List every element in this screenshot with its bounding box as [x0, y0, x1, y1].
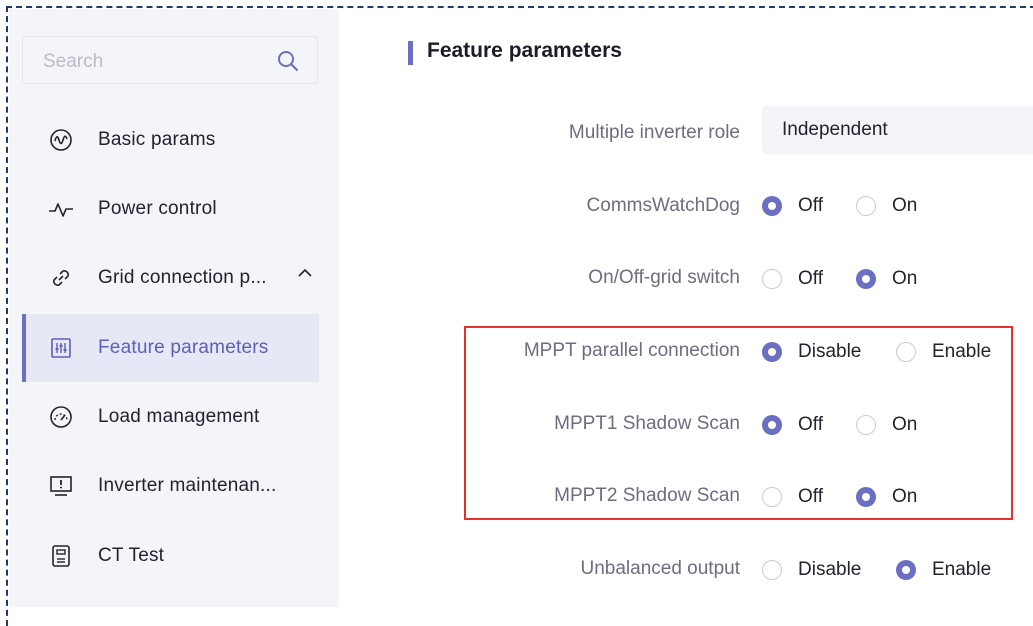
mppt2-shadow-scan-off-radio[interactable]: Off: [762, 486, 823, 508]
mppt2-shadow-scan-label: MPPT2 Shadow Scan: [554, 485, 740, 506]
radio-circle[interactable]: [856, 487, 876, 507]
mppt1-shadow-scan-off-radio[interactable]: Off: [762, 414, 823, 436]
mppt1-shadow-scan-on-radio[interactable]: On: [856, 414, 917, 436]
unbalanced-output-disable-radio[interactable]: Disable: [762, 559, 861, 581]
mppt2-shadow-scan-on-radio[interactable]: On: [856, 486, 917, 508]
sidebar-item-label: Basic params: [98, 129, 216, 150]
radio-label: On: [892, 195, 918, 216]
radio-circle[interactable]: [896, 342, 916, 362]
sidebar-item-load-management[interactable]: Load management: [22, 383, 319, 451]
radio-circle[interactable]: [762, 560, 782, 580]
main-panel: Feature parameters Multiple inverter rol…: [339, 9, 1033, 607]
search-box[interactable]: [22, 36, 318, 84]
radio-circle[interactable]: [856, 196, 876, 216]
multiple-inverter-role-select[interactable]: Independent: [762, 106, 1033, 154]
unbalanced-output-enable-radio[interactable]: Enable: [896, 559, 991, 581]
mppt-parallel-connection-label: MPPT parallel connection: [523, 340, 740, 361]
sidebar-item-label: Load management: [98, 406, 260, 427]
multiple-inverter-role-label: Multiple inverter role: [568, 122, 740, 143]
radio-circle[interactable]: [762, 415, 782, 435]
radio-label: Off: [798, 414, 823, 435]
on-off-grid-off-radio[interactable]: Off: [762, 268, 823, 290]
select-value: Independent: [782, 119, 888, 140]
sidebar-item-label: Power control: [98, 198, 217, 219]
sidebar-item-grid-connection[interactable]: Grid connection p...: [22, 244, 319, 312]
sidebar-item-label: Grid connection p...: [98, 267, 267, 288]
mppt-parallel-disable-radio[interactable]: Disable: [762, 341, 861, 363]
ct-device-icon: [48, 543, 74, 569]
radio-label: On: [892, 414, 918, 435]
sidebar: Basic params Power control Grid connecti…: [9, 9, 339, 607]
sidebar-item-label: Feature parameters: [98, 337, 269, 358]
radio-circle[interactable]: [896, 560, 916, 580]
gauge-icon: [48, 404, 74, 430]
comms-watchdog-label: CommsWatchDog: [586, 195, 740, 216]
on-off-grid-switch-label: On/Off-grid switch: [588, 267, 740, 288]
unbalanced-output-label: Unbalanced output: [580, 558, 740, 579]
on-off-grid-on-radio[interactable]: On: [856, 268, 917, 290]
sidebar-item-label: CT Test: [98, 545, 165, 566]
radio-label: Off: [798, 486, 823, 507]
chevron-up-icon[interactable]: [298, 268, 312, 278]
sidebar-item-ct-test[interactable]: CT Test: [22, 522, 319, 590]
radio-circle[interactable]: [762, 196, 782, 216]
radio-label: Enable: [932, 559, 992, 580]
search-input[interactable]: [41, 49, 265, 75]
waveform-circle-icon: [48, 127, 74, 153]
title-accent-bar: [408, 41, 413, 65]
radio-label: Enable: [932, 341, 992, 362]
radio-circle[interactable]: [762, 487, 782, 507]
radio-label: Disable: [798, 341, 862, 362]
page-title: Feature parameters: [427, 39, 622, 62]
mppt-parallel-enable-radio[interactable]: Enable: [896, 341, 991, 363]
radio-circle[interactable]: [856, 269, 876, 289]
radio-label: Disable: [798, 559, 862, 580]
radio-circle[interactable]: [856, 415, 876, 435]
sidebar-item-feature-parameters[interactable]: Feature parameters: [22, 314, 319, 382]
sidebar-item-label: Inverter maintenan...: [98, 475, 277, 496]
sliders-icon: [48, 335, 74, 361]
radio-circle[interactable]: [762, 269, 782, 289]
pulse-icon: [48, 196, 74, 222]
link-icon: [48, 265, 74, 291]
radio-label: Off: [798, 195, 823, 216]
radio-label: On: [892, 268, 918, 289]
mppt1-shadow-scan-label: MPPT1 Shadow Scan: [554, 413, 740, 434]
radio-circle[interactable]: [762, 342, 782, 362]
sidebar-item-inverter-maintenance[interactable]: Inverter maintenan...: [22, 452, 319, 520]
sidebar-item-power-control[interactable]: Power control: [22, 175, 319, 243]
sidebar-item-basic-params[interactable]: Basic params: [22, 106, 319, 174]
monitor-alert-icon: [48, 473, 74, 499]
radio-label: Off: [798, 268, 823, 289]
comms-watchdog-off-radio[interactable]: Off: [762, 195, 823, 217]
search-icon[interactable]: [277, 50, 299, 72]
radio-label: On: [892, 486, 918, 507]
comms-watchdog-on-radio[interactable]: On: [856, 195, 917, 217]
